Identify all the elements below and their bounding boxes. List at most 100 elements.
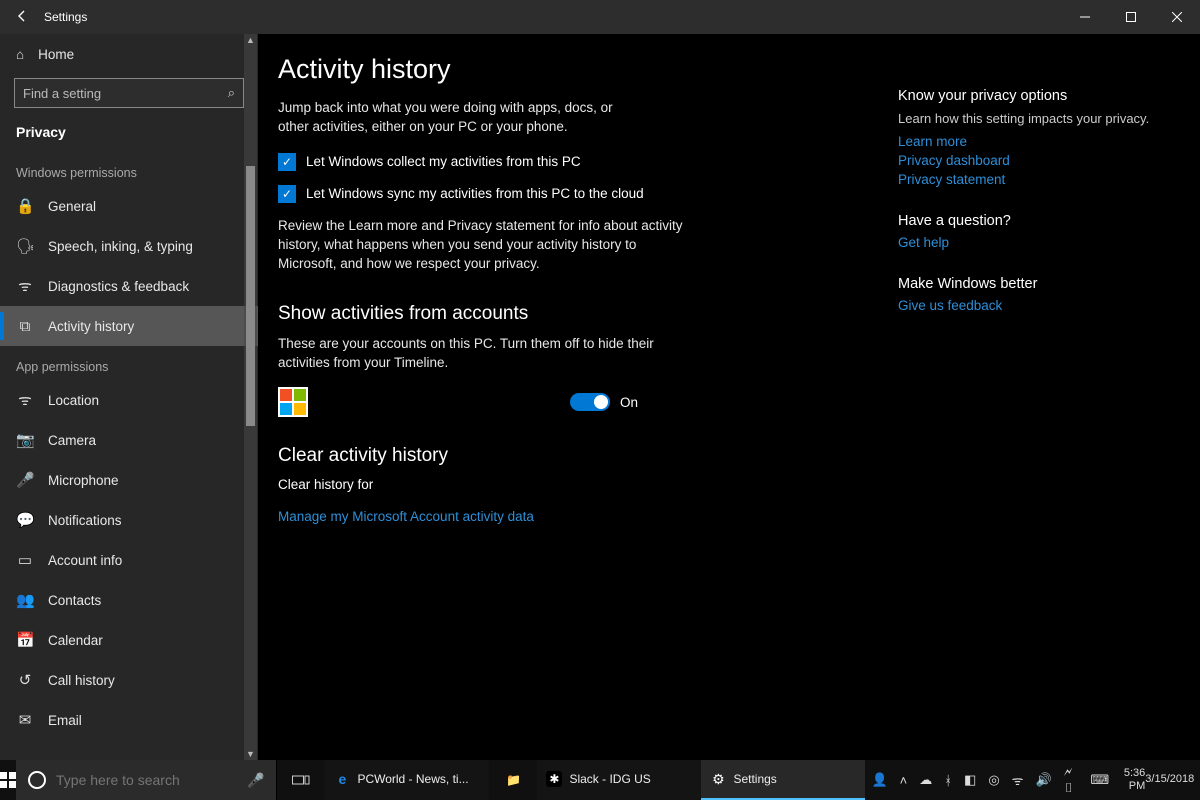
sidebar-item-account-info[interactable]: ▭ Account info [0,540,258,580]
sidebar-item-label: Call history [48,673,115,688]
lock-icon: 🔒 [16,197,34,215]
tray-onedrive-icon[interactable]: ☁ [913,760,938,800]
sidebar-item-diagnostics[interactable]: ᯤ Diagnostics & feedback [0,266,258,306]
privacy-dashboard-link[interactable]: Privacy dashboard [898,153,1170,168]
feedback-link[interactable]: Give us feedback [898,298,1170,313]
privacy-statement-link[interactable]: Privacy statement [898,172,1170,187]
sidebar-section-windows: Windows permissions [0,152,258,186]
review-text: Review the Learn more and Privacy statem… [278,217,698,274]
learn-more-link[interactable]: Learn more [898,134,1170,149]
taskbar-app-label: Slack - IDG US [569,772,650,786]
account-row: On [278,387,898,417]
sidebar-search-input[interactable] [23,86,228,101]
sidebar-item-label: Diagnostics & feedback [48,279,189,294]
content-area: Activity history Jump back into what you… [258,34,1200,760]
sidebar-item-label: Activity history [48,319,134,334]
edge-icon: e [333,770,351,788]
sidebar-home[interactable]: ⌂ Home [0,34,258,74]
back-button[interactable] [0,9,44,26]
tray-keyboard-icon[interactable]: ⌨ [1084,760,1115,800]
aside-panel: Know your privacy options Learn how this… [898,54,1200,760]
taskbar-app-label: PCWorld - News, ti... [357,772,468,786]
accounts-heading: Show activities from accounts [278,303,898,325]
sidebar-item-microphone[interactable]: 🎤 Microphone [0,460,258,500]
aside-question-title: Have a question? [898,213,1170,229]
mic-icon[interactable]: 🎤 [247,772,264,789]
page-title: Activity history [278,54,898,85]
sidebar-item-label: Speech, inking, & typing [48,239,193,254]
tray-bluetooth-icon[interactable]: ᚼ [938,760,958,800]
sidebar-item-call-history[interactable]: ↺ Call history [0,660,258,700]
tray-chevron-up-icon[interactable]: ˄ [894,760,914,800]
scrollbar-thumb[interactable] [246,166,255,426]
sidebar-scrollbar[interactable]: ▲ ▼ [244,34,257,760]
slack-icon: ✱ [545,770,563,788]
email-icon: ✉ [16,711,34,729]
task-view-button[interactable] [277,760,325,800]
sidebar-item-email[interactable]: ✉ Email [0,700,258,740]
sidebar-item-location[interactable]: ᯤ Location [0,380,258,420]
maximize-button[interactable] [1108,0,1154,34]
taskbar-app-explorer[interactable]: 📁 [489,760,537,800]
checkbox-label: Let Windows sync my activities from this… [306,186,644,201]
sidebar-item-label: Account info [48,553,122,568]
scroll-up-icon[interactable]: ▲ [246,34,255,46]
tray-app-icon[interactable]: ◧ [958,760,982,800]
checkbox-collect[interactable]: ✓ Let Windows collect my activities from… [278,153,898,171]
window-title: Settings [44,10,87,24]
cortana-input[interactable] [56,772,237,788]
checkbox-label: Let Windows collect my activities from t… [306,154,581,169]
task-view-icon [292,773,310,787]
location-icon: ᯤ [16,390,34,410]
scroll-down-icon[interactable]: ▼ [246,748,255,760]
tray-people-icon[interactable]: 👤 [865,760,893,800]
checkbox-icon[interactable]: ✓ [278,185,296,203]
taskbar-app-slack[interactable]: ✱ Slack - IDG US [537,760,701,800]
checkbox-icon[interactable]: ✓ [278,153,296,171]
checkbox-sync[interactable]: ✓ Let Windows sync my activities from th… [278,185,898,203]
tray-volume-icon[interactable]: 🔊 [1030,760,1058,800]
aside-privacy-title: Know your privacy options [898,88,1170,104]
sidebar-item-label: Location [48,393,99,408]
gear-icon: ⚙ [709,770,727,788]
tray-clock[interactable]: 5:36 PM 3/15/2018 [1115,760,1200,800]
title-bar: Settings [0,0,1200,34]
manage-activity-link[interactable]: Manage my Microsoft Account activity dat… [278,509,534,524]
clear-for-label: Clear history for [278,477,898,492]
settings-sidebar: ⌂ Home ⌕ Privacy Windows permissions 🔒 G… [0,34,258,760]
minimize-button[interactable] [1062,0,1108,34]
activity-icon: ⧉ [16,318,34,335]
start-button[interactable] [0,772,16,788]
sidebar-item-activity-history[interactable]: ⧉ Activity history [0,306,258,346]
taskbar-app-settings[interactable]: ⚙ Settings [701,760,865,800]
sidebar-section-app: App permissions [0,346,258,380]
sidebar-item-notifications[interactable]: 💬 Notifications [0,500,258,540]
taskbar-app-edge[interactable]: e PCWorld - News, ti... [325,760,489,800]
close-button[interactable] [1154,0,1200,34]
sidebar-search[interactable]: ⌕ [14,78,244,108]
sidebar-item-contacts[interactable]: 👥 Contacts [0,580,258,620]
taskbar: 🎤 e PCWorld - News, ti... 📁 ✱ Slack - ID… [0,760,1200,800]
account-icon: ▭ [16,551,34,569]
windows-logo-icon [0,772,16,788]
sidebar-item-speech[interactable]: 🗣 Speech, inking, & typing [0,226,258,266]
cortana-icon [28,771,46,789]
contacts-icon: 👥 [16,591,34,609]
cortana-search[interactable]: 🎤 [16,760,277,800]
microphone-icon: 🎤 [16,471,34,489]
tray-location-icon[interactable]: ◎ [982,760,1005,800]
sidebar-category: Privacy [0,118,258,152]
diagnostics-icon: ᯤ [16,276,34,296]
system-tray: 👤 ˄ ☁ ᚼ ◧ ◎ ᯤ 🔊 🗲▯ ⌨ 5:36 PM 3/15/2018 💬… [865,760,1200,800]
microsoft-logo-icon [278,387,308,417]
account-toggle[interactable] [570,393,610,411]
sidebar-item-camera[interactable]: 📷 Camera [0,420,258,460]
callhistory-icon: ↺ [16,671,34,689]
sidebar-item-general[interactable]: 🔒 General [0,186,258,226]
tray-battery-icon[interactable]: 🗲▯ [1058,760,1085,800]
tray-wifi-icon[interactable]: ᯤ [1006,760,1030,800]
home-icon: ⌂ [16,47,24,62]
get-help-link[interactable]: Get help [898,235,1170,250]
sidebar-item-calendar[interactable]: 📅 Calendar [0,620,258,660]
taskbar-app-label: Settings [733,772,776,786]
